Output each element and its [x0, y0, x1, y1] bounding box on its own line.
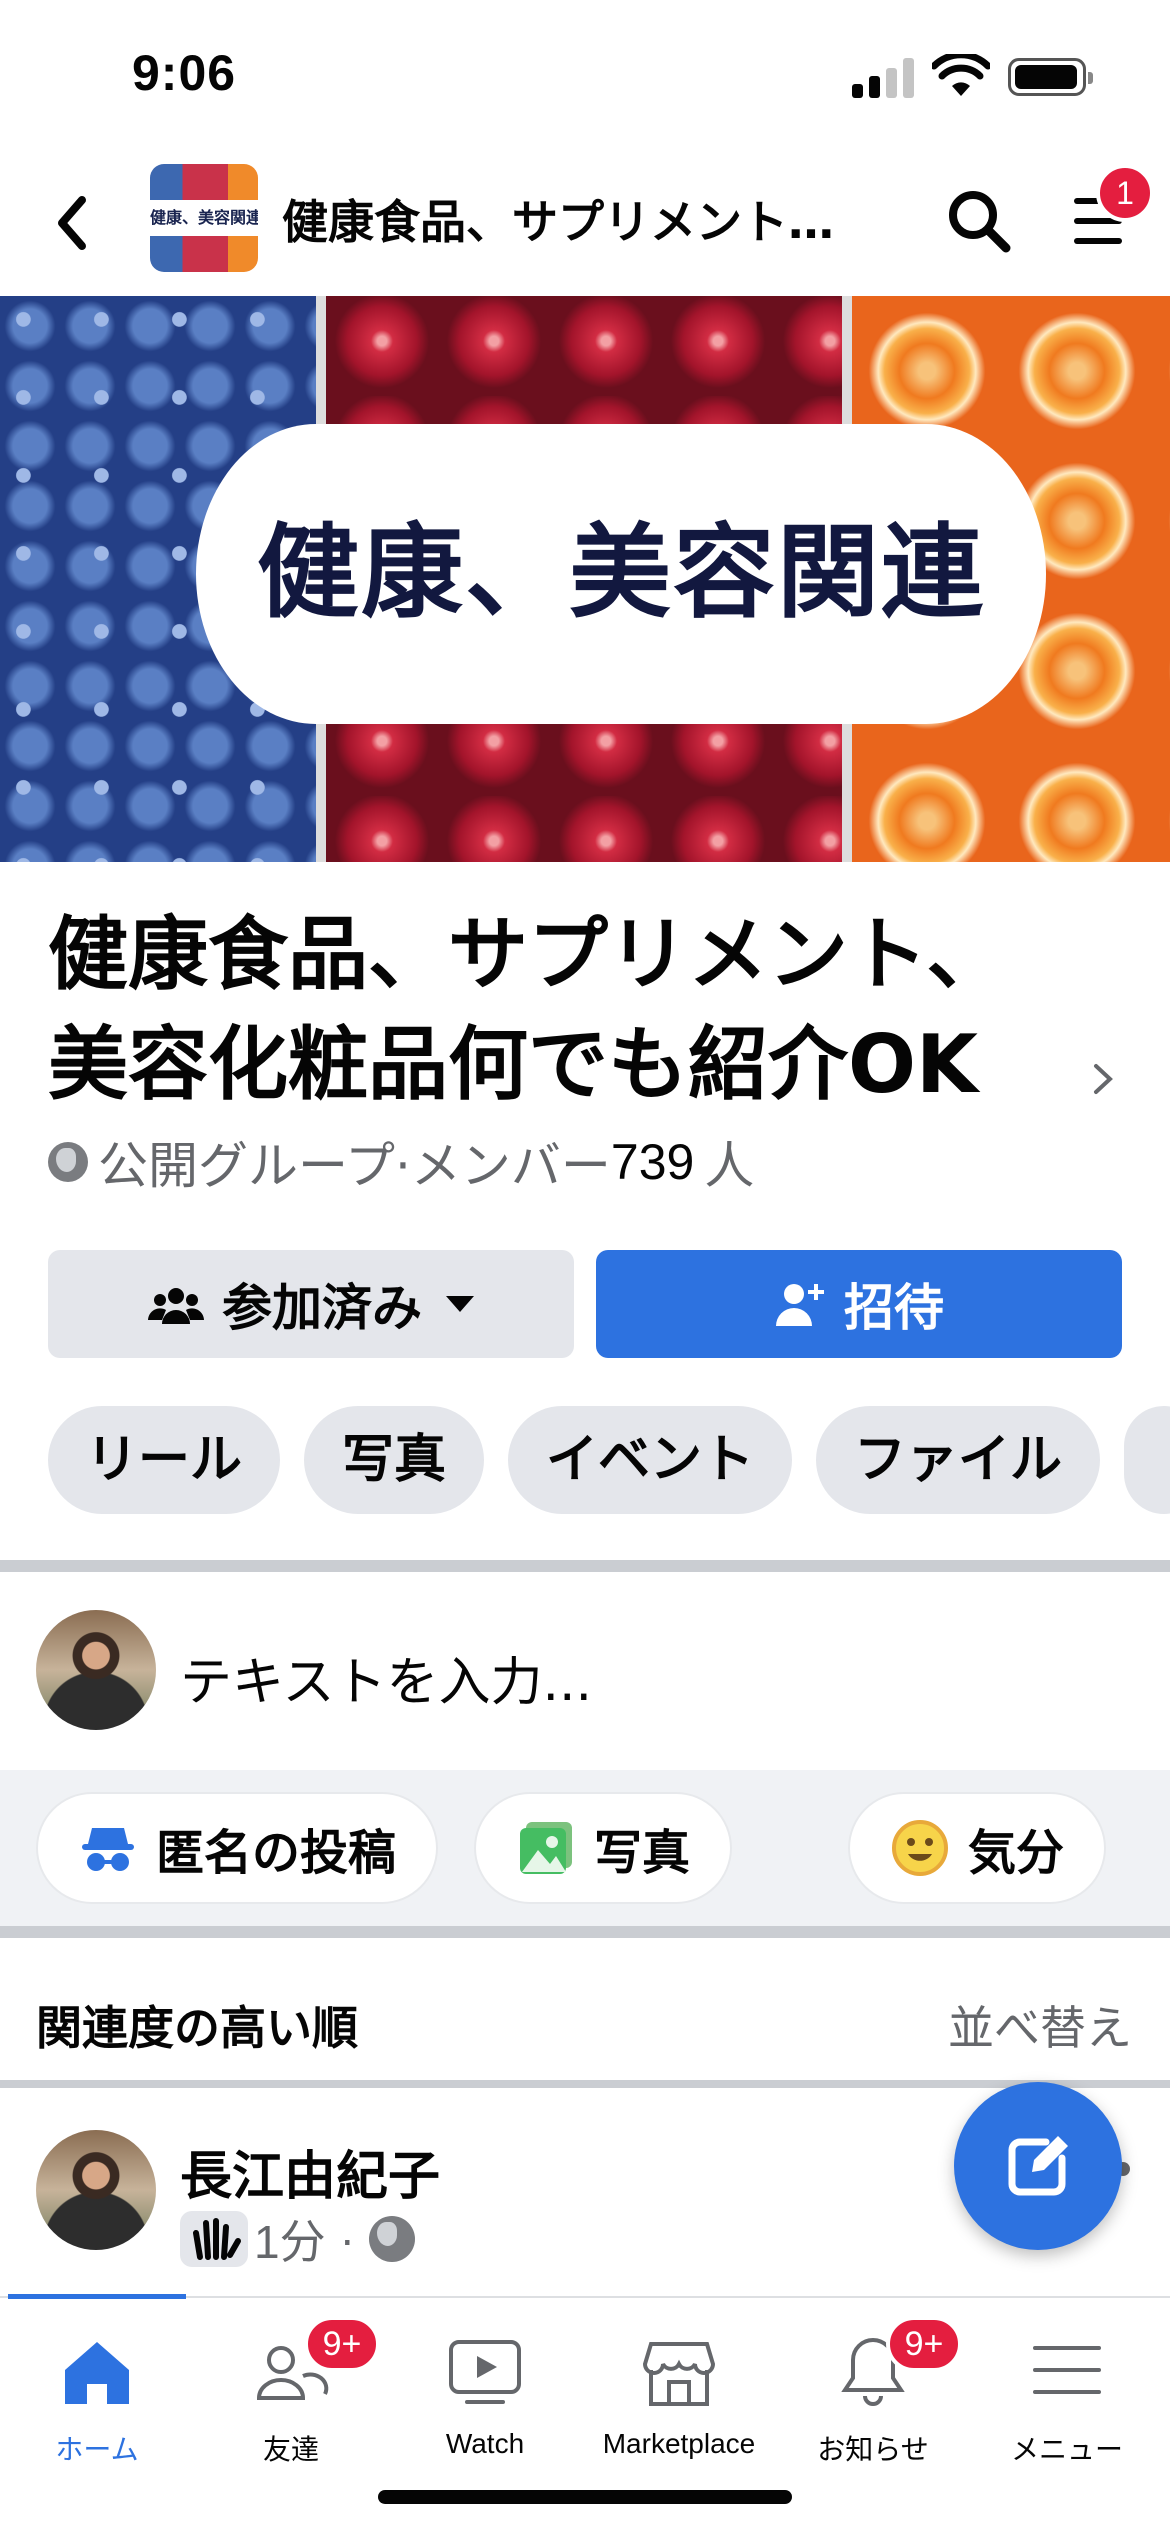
post-options-bar: 匿名の投稿 写真 気分: [0, 1770, 1170, 1930]
avatar[interactable]: [36, 2130, 156, 2250]
tab-menu[interactable]: メニュー: [970, 2332, 1164, 2468]
chevron-right-icon[interactable]: [1088, 1054, 1118, 1104]
member-count: 739: [610, 1134, 695, 1190]
group-members-icon: [148, 1288, 204, 1324]
status-bar: 9:06: [0, 0, 1170, 150]
add-person-icon: [776, 1284, 824, 1326]
tab-menu-label: メニュー: [1010, 2434, 1123, 2465]
meta-separator: ·: [339, 2213, 355, 2265]
sort-row: 関連度の高い順 並べ替え: [0, 1942, 1170, 2080]
edit-icon: [1008, 2136, 1068, 2196]
feeling-post-label: 気分: [968, 1825, 1065, 1881]
compose-fab[interactable]: [954, 2082, 1122, 2250]
video-icon: [449, 2340, 521, 2404]
tab-marketplace[interactable]: Marketplace: [582, 2332, 776, 2460]
battery-icon: [1008, 58, 1093, 96]
group-name-line2: 美容化粧品何でも紹介OK: [48, 1018, 978, 1111]
composer[interactable]: テキストを入力...: [0, 1580, 1170, 1760]
feeling-post-button[interactable]: 気分: [850, 1794, 1105, 1902]
hamburger-icon: [1033, 2346, 1101, 2394]
post-time: 1分: [254, 2216, 326, 2268]
storefront-icon: [642, 2342, 716, 2406]
group-name-line1: 健康食品、サプリメント、: [48, 908, 1007, 1001]
cover-banner-text: 健康、美容関連: [257, 514, 985, 633]
chip-reels[interactable]: リール: [48, 1406, 281, 1514]
sort-label: 関連度の高い順: [36, 2001, 358, 2055]
tab-notifications[interactable]: 9+ お知らせ: [776, 2316, 970, 2468]
anonymous-post-label: 匿名の投稿: [156, 1825, 397, 1881]
avatar[interactable]: [36, 1610, 156, 1730]
globe-icon: [368, 2216, 415, 2262]
photo-post-label: 写真: [594, 1825, 691, 1881]
member-unit: 人: [704, 1137, 755, 1195]
chip-photos[interactable]: 写真: [304, 1406, 485, 1514]
tab-watch[interactable]: Watch: [388, 2332, 582, 2460]
back-arrow-icon[interactable]: [48, 188, 98, 258]
tab-friends[interactable]: 9+ 友達: [194, 2316, 388, 2468]
friends-badge: 9+: [304, 2316, 380, 2372]
group-thumbnail-label: 健康、美容関連: [150, 200, 258, 236]
active-tab-indicator: [8, 2294, 186, 2299]
chip-events[interactable]: イベント: [508, 1406, 793, 1514]
section-divider: [0, 1926, 1170, 1938]
cellular-signal-icon: [852, 58, 916, 98]
waving-hand-icon: [180, 2211, 248, 2267]
post-author[interactable]: 長江由紀子: [180, 2134, 440, 2209]
home-indicator: [378, 2490, 792, 2504]
tab-friends-label: 友達: [262, 2434, 319, 2465]
chip-more[interactable]: [1124, 1406, 1170, 1514]
notifications-badge: 9+: [886, 2316, 962, 2372]
search-icon[interactable]: [944, 186, 1014, 256]
joined-button[interactable]: 参加済み: [48, 1250, 574, 1358]
group-privacy: 公開グループ·メンバー: [98, 1137, 611, 1195]
group-tabs: リール 写真 イベント ファイル: [48, 1406, 1170, 1514]
tab-watch-label: Watch: [445, 2428, 525, 2459]
photo-post-button[interactable]: 写真: [476, 1794, 731, 1902]
status-time: 9:06: [132, 45, 237, 101]
photo-icon: [520, 1822, 572, 1874]
header-title[interactable]: 健康食品、サプリメント…: [282, 186, 862, 252]
home-icon: [65, 2342, 129, 2404]
chip-files[interactable]: ファイル: [816, 1406, 1101, 1514]
caret-down-icon: [446, 1296, 474, 1312]
tab-notifications-label: お知らせ: [817, 2434, 929, 2465]
composer-placeholder[interactable]: テキストを入力...: [180, 1640, 592, 1715]
cover-photo[interactable]: 健康、美容関連: [0, 296, 1170, 862]
tab-home-label: ホーム: [55, 2434, 139, 2465]
tab-home[interactable]: ホーム: [0, 2332, 194, 2468]
smiley-icon: [892, 1820, 948, 1876]
globe-icon: [48, 1142, 88, 1182]
tab-marketplace-label: Marketplace: [602, 2428, 756, 2459]
invite-button[interactable]: 招待: [596, 1250, 1122, 1358]
section-divider: [0, 1560, 1170, 1572]
invite-label: 招待: [844, 1279, 944, 1337]
group-thumbnail[interactable]: 健康、美容関連: [150, 164, 258, 272]
joined-label: 参加済み: [222, 1279, 422, 1337]
group-header: 健康、美容関連 健康食品、サプリメント… 1: [0, 150, 1170, 296]
group-meta[interactable]: 公開グループ·メンバー 739 人: [48, 1132, 754, 1195]
post-meta: 1分 ·: [180, 2206, 425, 2272]
wifi-icon: [932, 54, 990, 96]
incognito-icon: [82, 1828, 134, 1871]
menu-notification-badge: 1: [1096, 164, 1154, 222]
anonymous-post-button[interactable]: 匿名の投稿: [38, 1794, 437, 1902]
sort-button[interactable]: 並べ替え: [948, 1992, 1132, 2058]
group-name[interactable]: 健康食品、サプリメント、 美容化粧品何でも紹介OK: [48, 900, 1088, 1120]
